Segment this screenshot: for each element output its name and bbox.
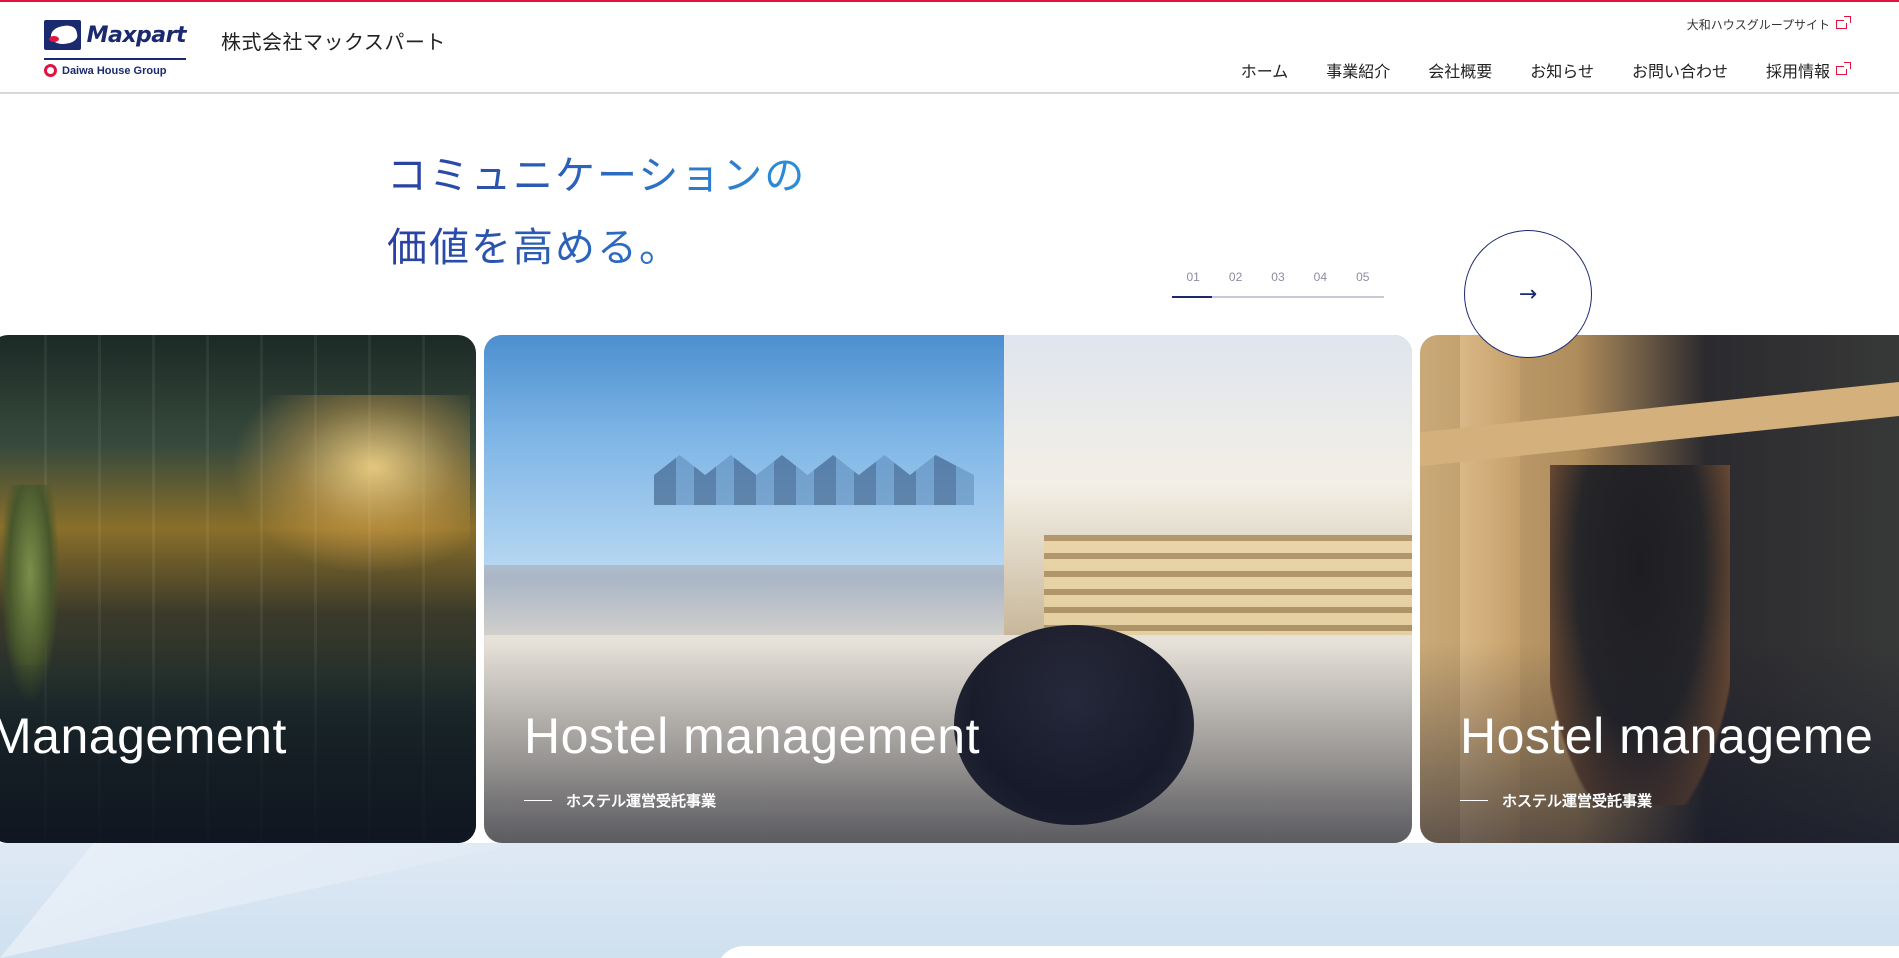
daiwa-group-site-link[interactable]: 大和ハウスグループサイト [1686, 16, 1851, 33]
slide-office[interactable]: l Management [0, 335, 476, 843]
slide-title: l Management [0, 708, 287, 764]
daiwa-ring-icon [44, 64, 57, 77]
nav-item-business[interactable]: 事業紹介 [1326, 58, 1390, 82]
slide-image-lights [230, 395, 470, 575]
nav-item-news[interactable]: お知らせ [1530, 58, 1594, 82]
slide-title: Hostel manageme [1460, 708, 1874, 764]
hero-tagline: コミュニケーションの 価値を高める。 [387, 140, 806, 284]
maxpart-logo[interactable]: Maxpart Daiwa House Group [44, 18, 187, 80]
nav-item-contact[interactable]: お問い合わせ [1632, 58, 1728, 82]
tagline-line-2: 価値を高める。 [387, 225, 681, 271]
subtitle-text: ホステル運営受託事業 [566, 792, 717, 810]
slide-hostel-bunks[interactable]: Hostel manageme ホステル運営受託事業 [1420, 335, 1899, 843]
slide-subtitle: ホステル運営受託事業 [1460, 790, 1652, 811]
nav-item-company[interactable]: 会社概要 [1428, 58, 1492, 82]
nav-label: 会社概要 [1428, 62, 1493, 81]
pager-item-05[interactable]: 05 [1343, 266, 1383, 296]
util-link-label: 大和ハウスグループサイト [1686, 18, 1830, 32]
band-decor-shape [0, 843, 520, 958]
company-name: 株式会社マックスパート [221, 30, 446, 54]
pager-item-01[interactable]: 01 [1173, 266, 1213, 296]
slide-image-projection [484, 335, 1024, 565]
nav-label: 採用情報 [1765, 62, 1830, 81]
subtitle-text: ホステル運営受託事業 [1502, 792, 1653, 810]
nav-label: ホーム [1240, 62, 1289, 81]
nav-label: お知らせ [1530, 62, 1594, 81]
slider-next-button[interactable]: → [1464, 230, 1592, 358]
logo-wordmark: Maxpart [86, 22, 187, 48]
arrow-right-icon: → [1518, 281, 1538, 307]
slide-subtitle: ホステル運営受託事業 [524, 790, 716, 811]
logo-group-text: Daiwa House Group [62, 64, 167, 77]
logo-main: Maxpart [44, 18, 187, 52]
nav-item-recruit[interactable]: 採用情報 [1765, 58, 1851, 82]
logo-divider [44, 58, 186, 60]
pager-item-03[interactable]: 03 [1258, 266, 1298, 296]
nav-label: お問い合わせ [1631, 62, 1728, 81]
content-card-top [716, 946, 1899, 958]
daiwa-house-group-logo: Daiwa House Group [44, 64, 186, 77]
nav-label: 事業紹介 [1326, 62, 1391, 81]
nav-item-home[interactable]: ホーム [1241, 58, 1289, 82]
subtitle-dash [1460, 799, 1488, 802]
site-header: Maxpart Daiwa House Group 株式会社マックスパート 大和… [0, 2, 1899, 94]
tagline-line-1: コミュニケーションの [387, 153, 807, 199]
pager-item-04[interactable]: 04 [1300, 266, 1340, 296]
pager-active-indicator [1172, 296, 1212, 298]
slide-title: Hostel management [524, 708, 980, 764]
external-link-icon [1836, 61, 1851, 75]
maxpart-mark-icon [44, 20, 81, 50]
external-link-icon [1836, 16, 1851, 29]
slide-hostel-beach[interactable]: Hostel management ホステル運営受託事業 [484, 335, 1412, 843]
global-nav: ホーム 事業紹介 会社概要 お知らせ お問い合わせ 採用情報 [1241, 58, 1851, 82]
section-background-band [0, 843, 1899, 958]
subtitle-dash [524, 799, 552, 802]
pager-item-02[interactable]: 02 [1216, 266, 1256, 296]
slider-pagination: 01 02 03 04 05 [1172, 266, 1384, 298]
